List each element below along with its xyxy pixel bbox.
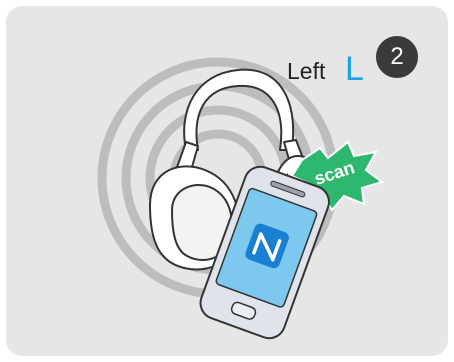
side-letter: L [345,50,364,88]
step-number-badge: 2 [374,34,420,80]
side-label: Left [287,58,326,84]
